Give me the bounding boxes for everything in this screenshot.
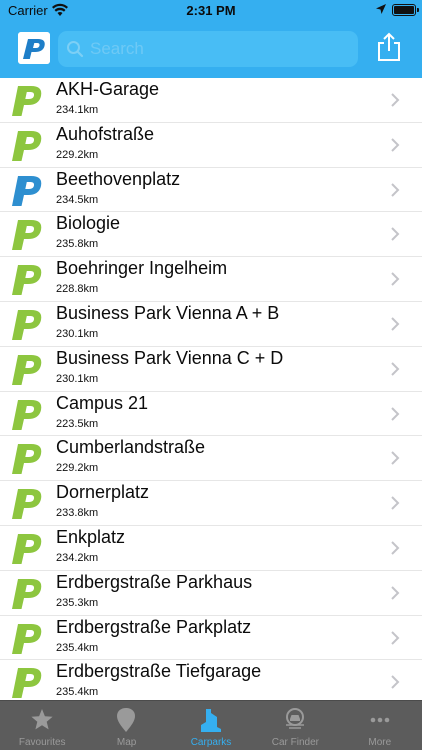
parking-logo-icon [12, 220, 42, 251]
parking-logo-icon [12, 489, 42, 520]
tab-label: Favourites [18, 737, 66, 748]
tab-carparks[interactable]: Carparks [169, 701, 253, 750]
map-pin-icon [117, 708, 136, 732]
parking-logo-icon [12, 399, 42, 430]
carpark-row[interactable]: Cumberlandstraße 229.2km [0, 436, 422, 482]
nav-bar [0, 22, 422, 78]
carpark-name: Cumberlandstraße [56, 437, 206, 458]
parking-logo-icon [12, 265, 42, 296]
carpark-name: Dornerplatz [56, 482, 150, 503]
clock: 2:31 PM [186, 3, 236, 18]
carpark-name: Business Park Vienna A + B [56, 302, 280, 323]
tab-label: Map [116, 737, 137, 748]
carpark-distance: 235.8km [56, 238, 99, 251]
search-icon [67, 41, 84, 58]
carpark-row[interactable]: Biologie 235.8km [0, 212, 422, 258]
location-arrow-icon [376, 4, 386, 14]
parking-logo-icon [12, 309, 42, 340]
search-input[interactable] [90, 31, 350, 67]
chevron-right-icon [391, 317, 400, 331]
star-icon [31, 709, 53, 730]
chevron-right-icon [391, 406, 400, 421]
tab-car-finder[interactable]: Car Finder [253, 701, 337, 750]
carpark-building-icon [200, 709, 221, 732]
carpark-name: AKH-Garage [56, 79, 160, 99]
chevron-right-icon [391, 496, 400, 510]
chevron-right-icon [391, 675, 400, 690]
carpark-row[interactable]: Campus 21 223.5km [0, 392, 422, 437]
carpark-row[interactable]: Beethovenplatz 234.5km [0, 168, 422, 213]
parking-logo-icon [12, 130, 42, 161]
share-icon[interactable] [376, 32, 402, 62]
tab-label: More [368, 737, 392, 748]
carpark-distance: 235.4km [56, 641, 99, 654]
chevron-right-icon [391, 362, 400, 376]
more-dots-icon [370, 717, 389, 723]
carpark-distance: 234.1km [56, 104, 99, 116]
parking-logo-icon [12, 444, 42, 475]
carpark-name: Erdbergstraße Tiefgarage [56, 661, 262, 682]
carpark-name: Beethovenplatz [56, 168, 181, 189]
parking-logo-icon [12, 623, 42, 654]
carpark-row[interactable]: Business Park Vienna C + D 230.1km [0, 347, 422, 392]
search-bar[interactable] [58, 31, 358, 67]
chevron-right-icon [391, 138, 400, 152]
parking-logo-icon [12, 668, 42, 699]
parking-logo-icon [12, 533, 42, 564]
battery-icon [392, 4, 419, 16]
carpark-row[interactable]: Erdbergstraße Tiefgarage 235.4km [0, 660, 422, 700]
chevron-right-icon [391, 541, 400, 555]
tab-label: Carparks [190, 737, 232, 748]
carpark-row[interactable]: Erdbergstraße Parkhaus 235.3km [0, 571, 422, 616]
carpark-row[interactable]: Boehringer Ingelheim 228.8km [0, 257, 422, 302]
carpark-distance: 235.4km [56, 686, 99, 699]
tab-bar: Favourites Map Carparks Car Finder More [0, 700, 422, 750]
carpark-distance: 234.2km [56, 551, 99, 564]
carpark-distance: 230.1km [56, 327, 99, 340]
status-bar: Carrier 2:31 PM [0, 0, 422, 22]
carpark-row[interactable]: Business Park Vienna A + B 230.1km [0, 302, 422, 347]
chevron-right-icon [391, 451, 400, 466]
carpark-row[interactable]: Enkplatz 234.2km [0, 526, 422, 571]
carpark-distance: 228.8km [56, 283, 99, 296]
carpark-distance: 223.5km [56, 417, 99, 430]
chevron-right-icon [391, 182, 400, 197]
p-logo-icon[interactable] [18, 32, 50, 64]
tab-more[interactable]: More [338, 701, 422, 750]
parking-logo-icon [12, 354, 42, 385]
parking-logo-icon [12, 86, 42, 116]
carpark-name: Erdbergstraße Parkhaus [56, 571, 253, 592]
carpark-row[interactable]: Erdbergstraße Parkplatz 235.4km [0, 616, 422, 661]
carpark-distance: 233.8km [56, 507, 99, 520]
carpark-distance: 235.3km [56, 596, 99, 609]
carpark-name: Biologie [56, 213, 121, 234]
carpark-name: Boehringer Ingelheim [56, 258, 228, 279]
carpark-name: Business Park Vienna C + D [56, 347, 284, 368]
chevron-right-icon [391, 227, 400, 242]
chevron-right-icon [391, 93, 400, 107]
tab-favourites[interactable]: Favourites [0, 701, 84, 750]
tab-label: Car Finder [271, 737, 319, 748]
carpark-name: Campus 21 [56, 392, 149, 413]
carpark-distance: 234.5km [56, 193, 99, 206]
carpark-distance: 229.2km [56, 148, 99, 161]
carpark-name: Erdbergstraße Parkplatz [56, 616, 252, 637]
carpark-distance: 230.1km [56, 372, 99, 385]
carpark-name: Auhofstraße [56, 123, 155, 144]
carpark-name: Enkplatz [56, 526, 126, 547]
carpark-distance: 229.2km [56, 462, 99, 475]
tab-map[interactable]: Map [84, 701, 168, 750]
carpark-row[interactable]: Auhofstraße 229.2km [0, 123, 422, 168]
carpark-row[interactable]: AKH-Garage 234.1km [0, 78, 422, 123]
chevron-right-icon [391, 272, 400, 286]
chevron-right-icon [391, 630, 400, 645]
carpark-list[interactable]: AKH-Garage 234.1km Auhofstraße 229.2km Beeth… [0, 78, 422, 700]
parking-logo-icon [12, 175, 42, 206]
chevron-right-icon [391, 586, 400, 600]
parking-logo-icon [12, 578, 42, 609]
car-finder-icon [286, 708, 305, 729]
carpark-row[interactable]: Dornerplatz 233.8km [0, 481, 422, 526]
